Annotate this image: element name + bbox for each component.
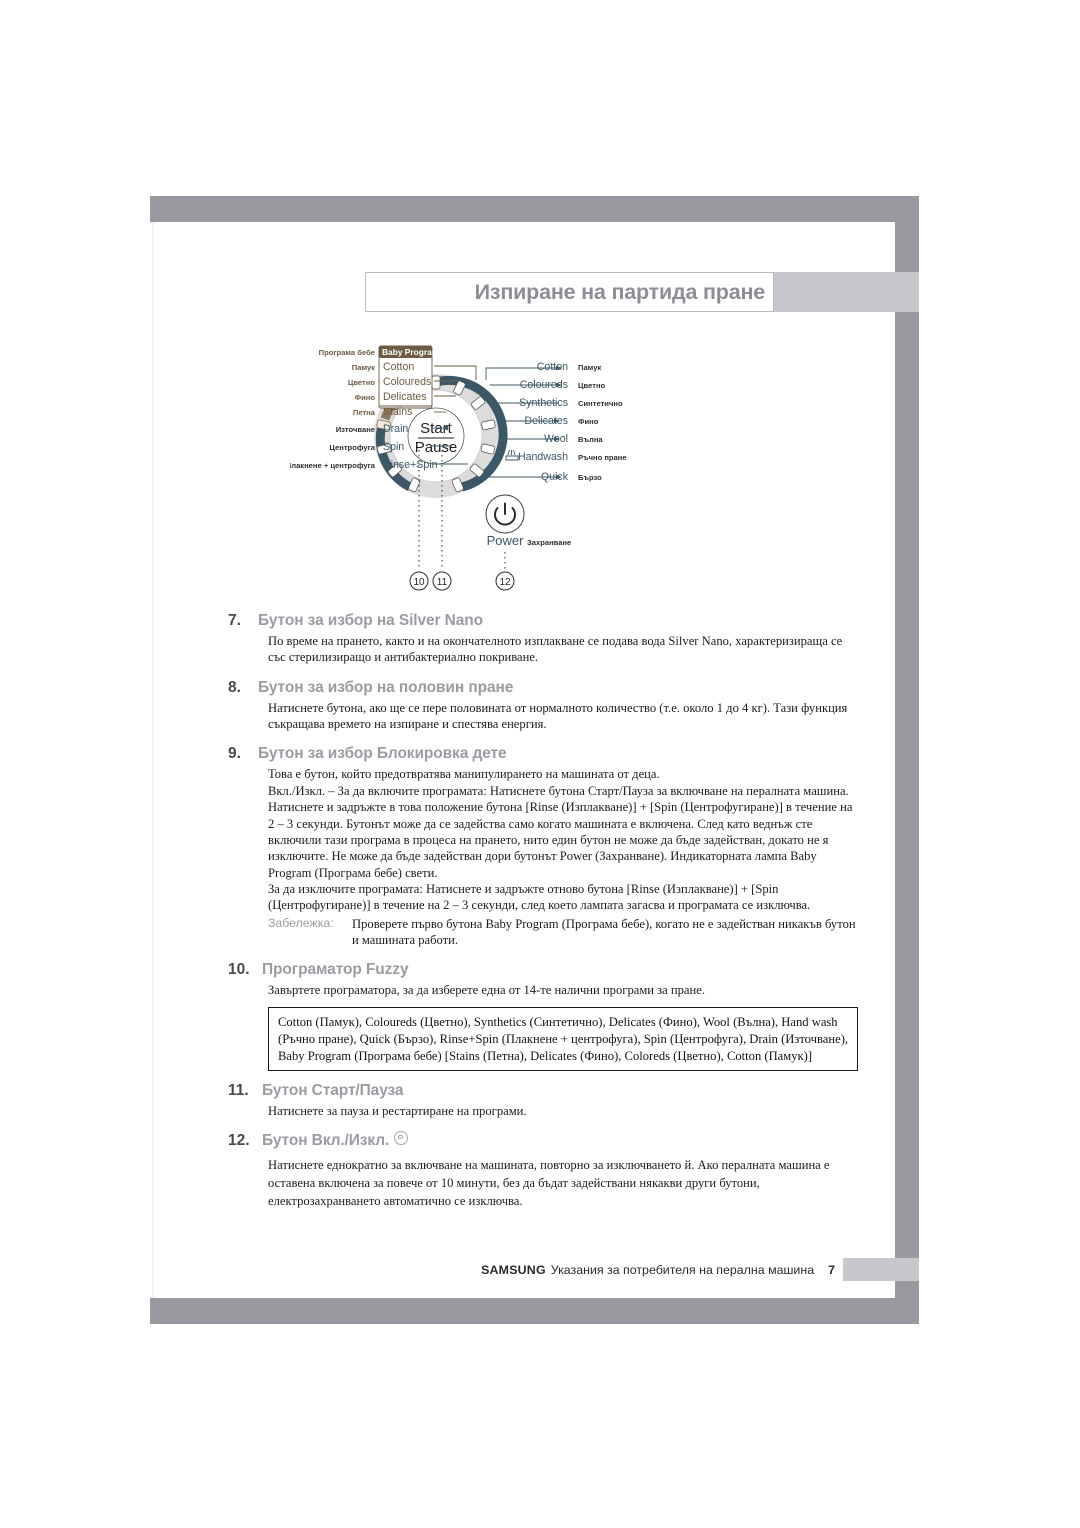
section-9-note: Забележка: Проверете първо бутона Baby P…: [268, 916, 858, 949]
dial-bg-pamuk: Памук: [352, 363, 375, 372]
page-footer: SAMSUNG Указания за потребителя на перал…: [400, 1258, 835, 1281]
section-11-heading: 11. Бутон Старт/Пауза: [228, 1082, 858, 1100]
section-8: 8. Бутон за избор на половин пране Натис…: [228, 679, 858, 733]
dial-bg-valna: Вълна: [578, 435, 603, 444]
section-9-line-3: За да изключите програмата: Натиснете и …: [268, 881, 811, 913]
section-9-line-1: Това е бутон, който предотвратява манипу…: [268, 767, 660, 782]
page-title-box: Изпиране на партида пране: [365, 272, 774, 312]
callout-12: 12: [499, 577, 511, 588]
section-9-line-2: Вкл./Изкл. – За да включите програмата: …: [268, 783, 853, 880]
section-7-heading: 7. Бутон за избор на Silver Nano: [228, 612, 858, 630]
section-8-number: 8.: [228, 678, 241, 696]
section-10-body: Завъртете програматора, за да изберете е…: [268, 982, 858, 998]
section-7-title: Бутон за избор на Silver Nano: [258, 612, 484, 629]
footer-accent-band: [843, 1258, 919, 1281]
dial-en-delicates-left: Delicates: [383, 391, 427, 403]
section-10-number: 10.: [228, 961, 250, 979]
baby-program-title: Baby Program: [382, 347, 439, 357]
manual-page: Изпиране на партида пране .enL { font-fa…: [0, 0, 1080, 1528]
section-8-paragraph: Натиснете бутона, ако ще се пере половин…: [268, 700, 848, 732]
note-label: Забележка:: [268, 915, 334, 930]
section-9-number: 9.: [228, 745, 241, 763]
dial-en-cotton-right: Cotton: [537, 361, 568, 373]
section-11-title: Бутон Старт/Пауза: [262, 1082, 404, 1100]
section-10-paragraph: Завъртете програматора, за да изберете е…: [268, 983, 705, 998]
top-grey-bar: [150, 196, 895, 222]
section-7-number: 7.: [228, 612, 241, 629]
dial-en-handwash: Handwash: [518, 451, 568, 463]
dial-bg-fino-r: Фино: [578, 417, 599, 426]
pause-label: Pause: [415, 439, 458, 456]
dial-en-cotton-left: Cotton: [383, 361, 414, 373]
section-7-paragraph: По време на прането, както и на окончате…: [268, 634, 843, 665]
dial-bg-fino: Фино: [355, 393, 376, 402]
section-10-title: Програматор Fuzzy: [262, 961, 409, 979]
power-icon-inline: [394, 1130, 409, 1145]
section-12-heading: 12. Бутон Вкл./Изкл.: [228, 1130, 858, 1150]
section-12-body: Натиснете еднократно за включване на маш…: [268, 1156, 858, 1211]
section-8-heading: 8. Бутон за избор на половин пране: [228, 679, 858, 697]
dial-bg-rachno-prane: Ръчно пране: [578, 453, 627, 462]
bottom-grey-bar: [150, 1298, 919, 1324]
body-content: 7. Бутон за избор на Silver Nano По врем…: [228, 612, 858, 1210]
section-9: 9. Бутон за избор Блокировка дете Това е…: [228, 745, 858, 948]
program-list-box: Cotton (Памук), Coloureds (Цветно), Synt…: [268, 1006, 858, 1072]
power-label: Power: [487, 533, 525, 548]
dial-bg-iztochvane: Източване: [336, 425, 375, 434]
section-8-body: Натиснете бутона, ако ще се пере половин…: [268, 700, 858, 733]
section-11-body: Натиснете за пауза и рестартиране на про…: [268, 1103, 858, 1119]
section-12-number: 12.: [228, 1131, 250, 1149]
section-12-title: Бутон Вкл./Изкл.: [262, 1131, 390, 1149]
dial-bg-centrofuga: Центрофуга: [329, 443, 375, 452]
dial-en-rinsespin: Rinse+Spin: [383, 459, 438, 471]
page-title: Изпиране на партида пране: [474, 279, 766, 304]
right-grey-bar: [895, 196, 919, 1322]
section-12-paragraph: Натиснете еднократно за включване на маш…: [268, 1157, 830, 1209]
handwash-icon: [505, 449, 519, 461]
dial-en-coloureds-left: Coloureds: [383, 376, 431, 388]
dial-bg-pamuk-r: Памук: [578, 363, 601, 372]
dial-bg-baby-program: Програма бебе: [319, 348, 375, 357]
dial-en-stains-left: Stains: [383, 406, 412, 418]
section-9-heading: 9. Бутон за избор Блокировка дете: [228, 745, 858, 763]
section-8-title: Бутон за избор на половин пране: [258, 678, 514, 696]
callout-10: 10: [413, 577, 425, 588]
section-12: 12. Бутон Вкл./Изкл. Натиснете еднократн…: [228, 1130, 858, 1211]
section-11: 11. Бутон Старт/Пауза Натиснете за пауза…: [228, 1082, 858, 1119]
footer-page-number: 7: [828, 1262, 835, 1277]
section-11-number: 11.: [228, 1082, 249, 1100]
dial-bg-plaknene: Плакнене + центрофуга: [290, 461, 376, 470]
note-text: Проверете първо бутона Baby Program (Про…: [352, 916, 856, 948]
footer-brand: SAMSUNG: [481, 1262, 546, 1277]
control-dial-diagram: .enL { font-family: "Liberation Sans", s…: [290, 340, 720, 605]
callout-11: 11: [437, 577, 448, 588]
section-9-body: Това е бутон, който предотвратява манипу…: [268, 766, 858, 913]
dial-bg-petna: Петна: [353, 408, 376, 417]
dial-bg-barzo: Бързо: [578, 473, 602, 482]
dial-bg-cvetno-r: Цветно: [578, 381, 606, 390]
section-7-body: По време на прането, както и на окончате…: [268, 633, 858, 666]
dial-bg-sintetichno: Синтетично: [578, 399, 623, 408]
section-10: 10. Програматор Fuzzy Завъртете програма…: [228, 961, 858, 1072]
section-11-paragraph: Натиснете за пауза и рестартиране на про…: [268, 1104, 527, 1119]
power-label-bg: Захранване: [527, 538, 571, 547]
section-9-title: Бутон за избор Блокировка дете: [258, 745, 507, 763]
footer-text: Указания за потребителя на перална машин…: [550, 1262, 815, 1277]
section-10-heading: 10. Програматор Fuzzy: [228, 961, 858, 979]
dial-en-drain: Drain: [383, 423, 408, 435]
dial-bg-cvetno: Цветно: [348, 378, 376, 387]
dial-en-spin: Spin: [383, 441, 404, 453]
section-7: 7. Бутон за избор на Silver Nano По врем…: [228, 612, 858, 666]
